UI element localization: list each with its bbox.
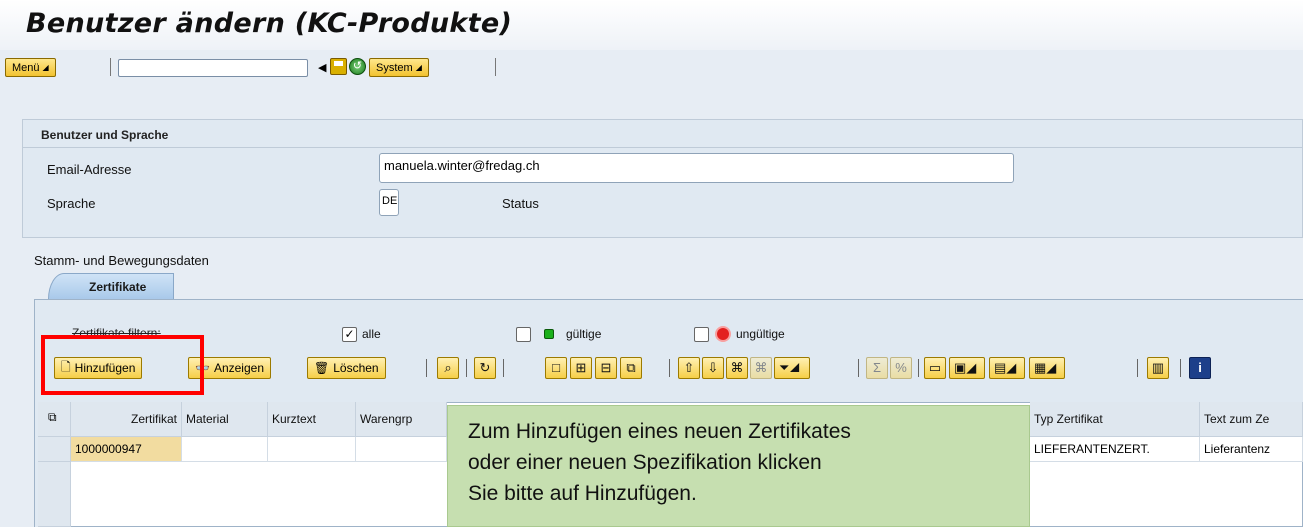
column-header-zertifikat[interactable]: Zertifikat xyxy=(71,402,182,437)
sort-descending-icon[interactable]: ⇩ xyxy=(702,357,724,379)
language-field[interactable]: DE xyxy=(379,189,399,216)
highlight-box xyxy=(41,335,204,395)
column-header-material[interactable]: Material xyxy=(182,402,268,437)
separator xyxy=(426,359,427,377)
page-title: Benutzer ändern (KC-Produkte) xyxy=(26,8,513,39)
filter-invalid-checkbox[interactable] xyxy=(694,327,709,342)
menu-button[interactable]: Menü ◢ xyxy=(5,58,56,77)
system-menu-button[interactable]: System ◢ xyxy=(369,58,429,77)
email-label: Email-Adresse xyxy=(47,162,132,177)
save-icon[interactable] xyxy=(330,58,347,75)
delete-button-label: Löschen xyxy=(333,361,379,375)
separator xyxy=(1180,359,1181,377)
filter-all-checkbox[interactable]: ✓ xyxy=(342,327,357,342)
create-row-icon[interactable]: □ xyxy=(545,357,567,379)
row-selector-empty xyxy=(38,462,71,527)
red-status-icon xyxy=(717,328,729,340)
refresh-icon[interactable]: ↻ xyxy=(474,357,496,379)
tooltip-line: Sie bitte auf Hinzufügen. xyxy=(468,482,697,505)
copy-row-icon[interactable]: ⧉ xyxy=(620,357,642,379)
info-icon[interactable]: i xyxy=(1189,357,1211,379)
print-preview-icon[interactable]: ▭ xyxy=(924,357,946,379)
find-icon[interactable]: ⌘ xyxy=(726,357,748,379)
email-field[interactable]: manuela.winter@fredag.ch xyxy=(379,153,1014,183)
section-label: Stamm- und Bewegungsdaten xyxy=(34,253,209,268)
table-cell-zertifikat[interactable]: 1000000947 xyxy=(71,437,182,462)
trash-icon: 🗑 xyxy=(314,361,330,375)
separator xyxy=(466,359,467,377)
subtotal-icon[interactable]: % xyxy=(890,357,912,379)
filter-icon[interactable]: ⏷◢ xyxy=(774,357,810,379)
select-all-icon[interactable]: ⧉ xyxy=(38,402,71,437)
tooltip-line: oder einer neuen Spezifikation klicken xyxy=(468,451,822,474)
help-tooltip: Zum Hinzufügen eines neuen Zertifikates … xyxy=(447,405,1030,527)
filter-invalid-label: ungültige xyxy=(736,327,785,341)
table-cell-kurztext[interactable] xyxy=(268,437,356,462)
find-next-icon[interactable]: ⌘ xyxy=(750,357,772,379)
filter-all-label: alle xyxy=(362,327,381,341)
panel-title: Benutzer und Sprache xyxy=(23,120,1302,148)
sum-icon[interactable]: Σ xyxy=(866,357,888,379)
system-menu-label: System xyxy=(376,61,413,74)
dropdown-arrow-icon: ◢ xyxy=(415,63,422,72)
table-cell-text[interactable]: Lieferantenz xyxy=(1200,437,1303,462)
column-header-typ-zertifikat[interactable]: Typ Zertifikat xyxy=(1030,402,1200,437)
sort-ascending-icon[interactable]: ⇧ xyxy=(678,357,700,379)
tooltip-line: Zum Hinzufügen eines neuen Zertifikates xyxy=(468,420,851,443)
export-icon[interactable]: ▤◢ xyxy=(989,357,1025,379)
filter-valid-checkbox[interactable] xyxy=(516,327,531,342)
language-label: Sprache xyxy=(47,196,96,211)
graphic-icon[interactable]: ▥ xyxy=(1147,357,1169,379)
layout-icon[interactable]: ▦◢ xyxy=(1029,357,1065,379)
separator xyxy=(495,58,496,76)
separator xyxy=(503,359,504,377)
delete-button[interactable]: 🗑 Löschen xyxy=(307,357,386,379)
title-bar: Benutzer ändern (KC-Produkte) xyxy=(0,0,1303,50)
show-button-label: Anzeigen xyxy=(213,361,264,375)
delete-row-icon[interactable]: ⊟ xyxy=(595,357,617,379)
green-status-icon xyxy=(544,329,554,339)
details-icon[interactable]: ⌕ xyxy=(437,357,459,379)
dropdown-arrow-icon: ◢ xyxy=(42,63,49,72)
menu-button-label: Menü xyxy=(12,61,40,74)
separator xyxy=(1137,359,1138,377)
table-cell-material[interactable] xyxy=(182,437,268,462)
row-selector[interactable] xyxy=(38,437,71,462)
table-cell-typ[interactable]: LIEFERANTENZERT. xyxy=(1030,437,1200,462)
views-icon[interactable]: ▣◢ xyxy=(949,357,985,379)
separator xyxy=(110,58,111,76)
tab-zertifikate[interactable]: Zertifikate xyxy=(48,273,174,299)
status-label: Status xyxy=(502,196,539,211)
filter-valid-label: gültige xyxy=(566,327,602,341)
column-header-warengrp[interactable]: Warengrp xyxy=(356,402,447,437)
separator xyxy=(669,359,670,377)
back-icon[interactable]: ↺ xyxy=(349,58,366,75)
command-field[interactable] xyxy=(118,59,308,77)
table-cell-warengrp[interactable] xyxy=(356,437,447,462)
column-header-text[interactable]: Text zum Ze xyxy=(1200,402,1303,437)
separator xyxy=(918,359,919,377)
separator xyxy=(858,359,859,377)
insert-row-icon[interactable]: ⊞ xyxy=(570,357,592,379)
collapse-arrow-icon[interactable]: ◀ xyxy=(318,61,326,74)
column-header-kurztext[interactable]: Kurztext xyxy=(268,402,356,437)
